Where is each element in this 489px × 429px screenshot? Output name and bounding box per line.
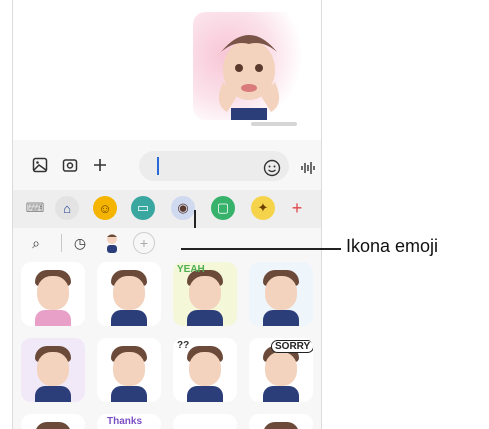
sticker-item[interactable] bbox=[173, 414, 237, 429]
face bbox=[265, 276, 297, 310]
face bbox=[113, 352, 145, 386]
tab-ar-emoji[interactable]: ◉ bbox=[171, 196, 195, 220]
timestamp bbox=[251, 122, 297, 126]
sticker-subtoolbar: ⌕ ◷ + bbox=[13, 228, 321, 258]
chat-area bbox=[13, 0, 321, 140]
tab-add[interactable]: + bbox=[285, 196, 309, 220]
plus-glyph: + bbox=[139, 235, 149, 251]
bitmoji-icon: ▢ bbox=[216, 200, 230, 215]
face bbox=[189, 276, 221, 310]
sticker-avatar-illustration bbox=[218, 35, 280, 120]
camera-icon[interactable] bbox=[55, 150, 85, 180]
face bbox=[265, 352, 297, 386]
clock-glyph: ◷ bbox=[73, 234, 87, 251]
body bbox=[187, 386, 223, 402]
ar-emoji-icon: ◉ bbox=[177, 200, 189, 215]
hair bbox=[263, 422, 299, 429]
sticker-caption: YEAH bbox=[177, 264, 205, 275]
body bbox=[187, 310, 223, 326]
avatar-icon[interactable] bbox=[101, 232, 123, 254]
sticker-item[interactable] bbox=[249, 414, 313, 429]
sticker-item[interactable]: Thanks bbox=[97, 414, 161, 429]
text-cursor bbox=[157, 157, 159, 175]
hair bbox=[35, 422, 71, 429]
sent-sticker-image[interactable] bbox=[193, 12, 305, 120]
recent-icon[interactable]: ◷ bbox=[69, 232, 91, 254]
body bbox=[263, 386, 299, 402]
add-attachment-icon[interactable] bbox=[85, 150, 115, 180]
tab-sticker-pack[interactable]: ✦ bbox=[251, 196, 275, 220]
home-icon: ⌂ bbox=[63, 200, 71, 216]
body bbox=[111, 310, 147, 326]
sticker-caption: Thanks bbox=[107, 416, 143, 427]
callout-connector bbox=[181, 248, 341, 250]
sticker-item[interactable] bbox=[97, 338, 161, 402]
voice-icon[interactable] bbox=[293, 153, 321, 183]
gif-icon: ▭ bbox=[136, 200, 150, 215]
tab-gif[interactable]: ▭ bbox=[131, 196, 155, 220]
sticker-pack-icon: ✦ bbox=[257, 200, 269, 215]
sticker-item[interactable] bbox=[97, 262, 161, 326]
tab-emoji[interactable]: ☺ bbox=[93, 196, 117, 220]
search-icon[interactable]: ⌕ bbox=[25, 232, 47, 254]
tab-bitmoji[interactable]: ▢ bbox=[211, 196, 235, 220]
body bbox=[35, 386, 71, 402]
sticker-item[interactable]: ?? bbox=[173, 338, 237, 402]
sticker-item[interactable] bbox=[21, 338, 85, 402]
add-sticker-icon[interactable]: + bbox=[133, 232, 155, 254]
emoji-smiley-icon[interactable] bbox=[257, 153, 287, 183]
sticker-item[interactable]: SORRY bbox=[249, 338, 313, 402]
keyboard-icon: ⌨ bbox=[25, 200, 45, 215]
face bbox=[37, 352, 69, 386]
face bbox=[113, 276, 145, 310]
callout-label: Ikona emoji bbox=[346, 236, 439, 256]
body bbox=[35, 310, 71, 326]
face bbox=[189, 352, 221, 386]
tab-home[interactable]: ⌂ bbox=[55, 196, 79, 220]
plus-icon: + bbox=[291, 197, 303, 218]
body bbox=[263, 310, 299, 326]
sticker-item[interactable]: YEAH bbox=[173, 262, 237, 326]
sticker-item[interactable] bbox=[21, 262, 85, 326]
gallery-icon[interactable] bbox=[25, 150, 55, 180]
emoji-icon: ☺ bbox=[98, 200, 112, 216]
sticker-category-tabs: ⌨ ⌂ ☺ ▭ ◉ ▢ ✦ + bbox=[13, 190, 321, 228]
face bbox=[37, 276, 69, 310]
sticker-item[interactable] bbox=[249, 262, 313, 326]
search-glyph: ⌕ bbox=[32, 234, 40, 251]
sticker-item[interactable] bbox=[21, 414, 85, 429]
sticker-caption: SORRY bbox=[271, 340, 313, 353]
divider bbox=[61, 234, 62, 252]
body bbox=[111, 386, 147, 402]
tab-keyboard[interactable]: ⌨ bbox=[23, 196, 47, 220]
figure: ⌨ ⌂ ☺ ▭ ◉ ▢ ✦ + ⌕ ◷ + YEAH ?? SORRY Than… bbox=[0, 0, 489, 429]
phone-screen: ⌨ ⌂ ☺ ▭ ◉ ▢ ✦ + ⌕ ◷ + YEAH ?? SORRY Than… bbox=[12, 0, 322, 429]
sticker-caption: ?? bbox=[177, 340, 190, 351]
